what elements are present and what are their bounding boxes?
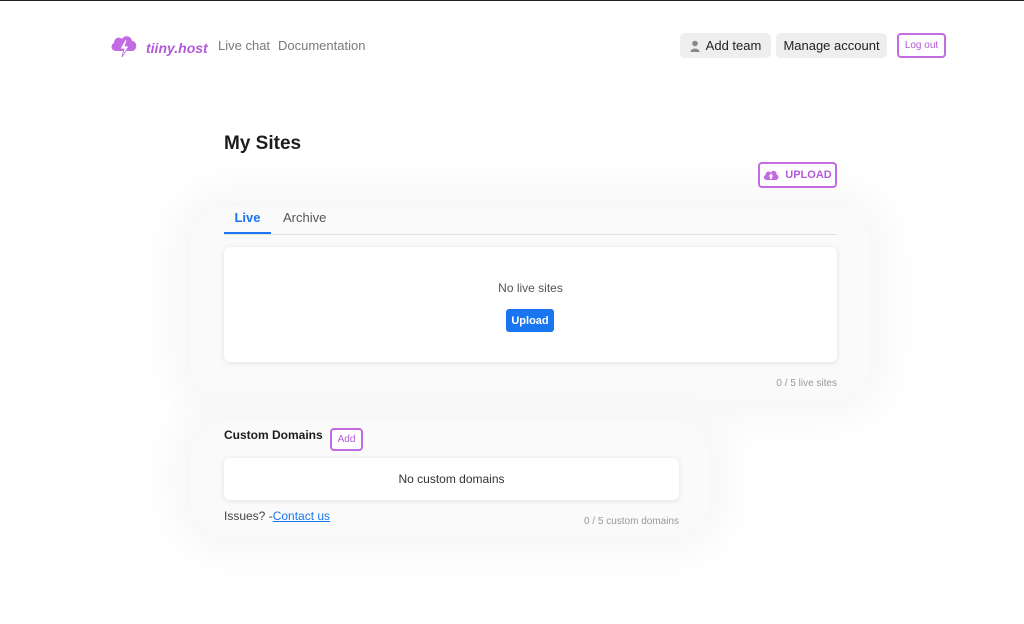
contact-us-link[interactable]: Contact us [273,509,330,523]
issues-text-row: Issues? -Contact us [224,509,330,523]
logo[interactable]: tiiny.host [108,31,208,64]
nav-link-documentation[interactable]: Documentation [278,38,365,53]
page-title: My Sites [224,133,302,154]
nav-link-live-chat[interactable]: Live chat [218,38,270,53]
add-domain-label: Add [337,434,356,445]
add-domain-button[interactable]: Add [330,428,363,451]
live-sites-count: 0 / 5 live sites [776,378,837,389]
manage-account-button[interactable]: Manage account [776,33,887,58]
cloud-upload-icon [763,169,779,181]
upload-header-button[interactable]: UPLOAD [758,162,837,188]
empty-domains-message: No custom domains [398,472,505,486]
empty-sites-message: No live sites [498,281,563,295]
live-sites-card: No live sites Upload [224,247,837,362]
brand-name: tiiny.host [146,39,208,56]
upload-header-label: UPLOAD [785,169,832,181]
user-icon [690,40,700,52]
add-team-label: Add team [705,38,762,53]
top-navbar: tiiny.host Live chat Documentation Add t… [0,1,1024,89]
add-team-button[interactable]: Add team [680,33,771,58]
tabs-divider [224,234,837,235]
manage-account-label: Manage account [783,38,880,53]
logout-button[interactable]: Log out [897,33,946,58]
tab-archive[interactable]: Archive [283,210,326,225]
custom-domains-count: 0 / 5 custom domains [583,516,679,527]
logout-label: Log out [904,40,939,51]
tab-live[interactable]: Live [224,210,271,225]
custom-domains-card: No custom domains [224,458,679,500]
upload-button[interactable]: Upload [506,309,554,332]
custom-domains-heading: Custom Domains [224,428,323,442]
cloud-lightning-icon [108,31,140,64]
issues-label: Issues? - [224,509,273,523]
